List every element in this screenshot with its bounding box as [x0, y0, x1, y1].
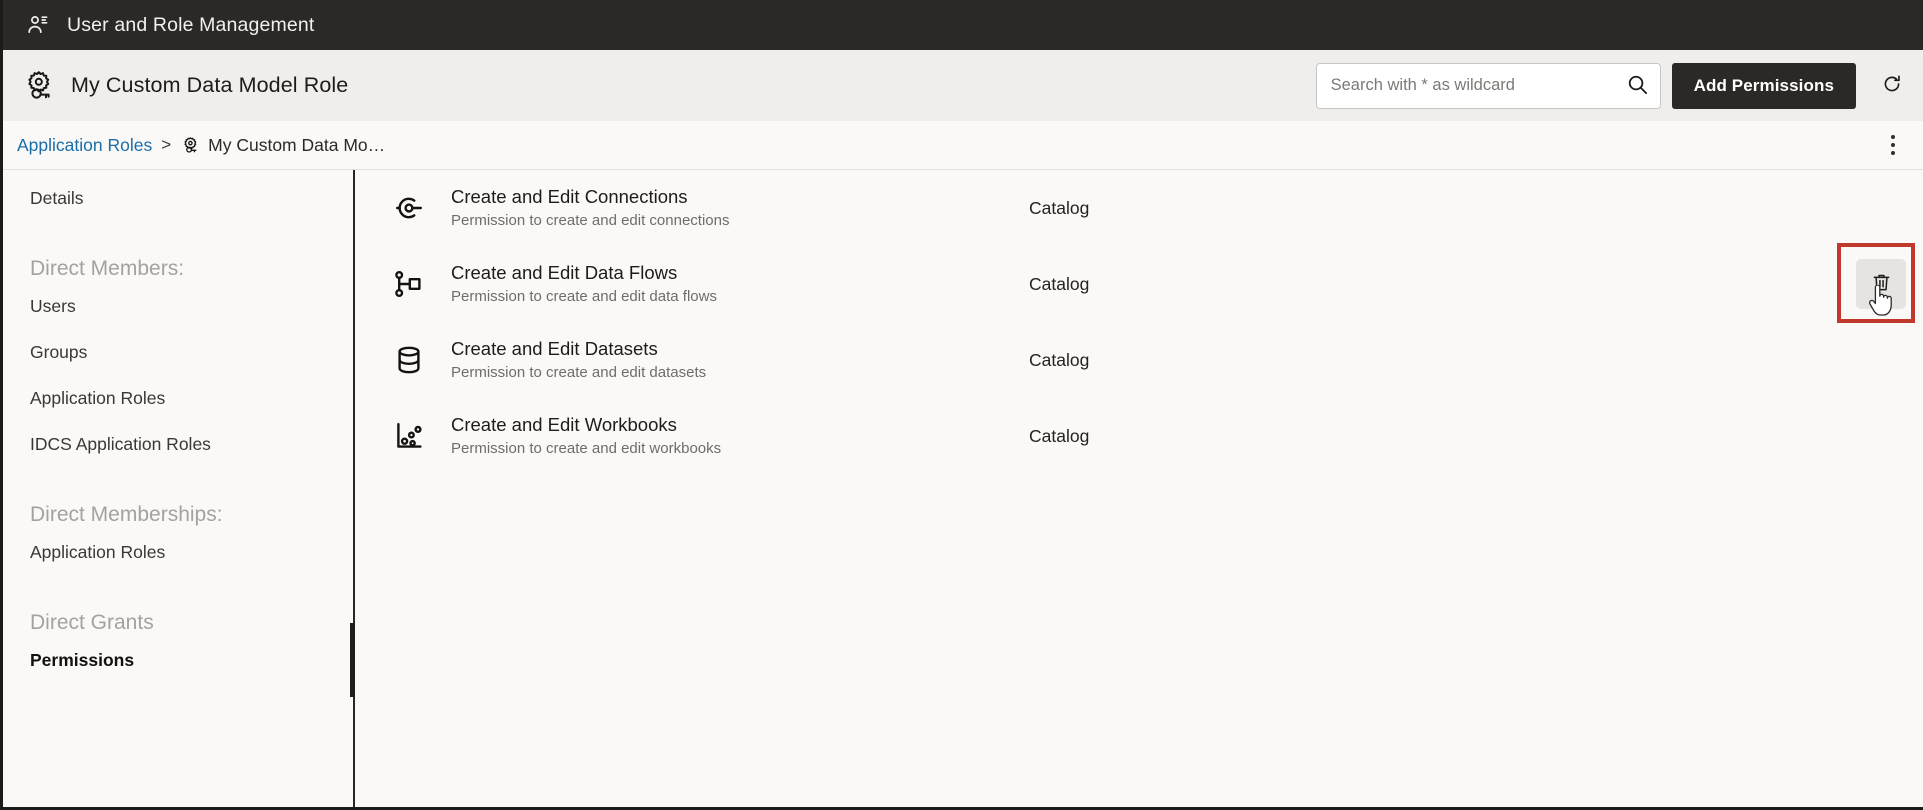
breadcrumb: Application Roles > My Custom Data Mo… [3, 121, 1923, 170]
dataset-icon [389, 340, 429, 380]
permission-title: Create and Edit Datasets [451, 337, 658, 359]
permission-description: Permission to create and edit connection… [451, 211, 730, 229]
add-permissions-button[interactable]: Add Permissions [1671, 62, 1856, 109]
application-role-icon [180, 135, 200, 155]
search-box[interactable] [1315, 62, 1661, 109]
breadcrumb-parent-link[interactable]: Application Roles [17, 135, 152, 156]
breadcrumb-separator: > [161, 135, 172, 154]
application-role-icon [21, 68, 57, 104]
permission-category: Catalog [1029, 425, 1090, 446]
row-text: Create and Edit Data Flows Permission to… [451, 261, 1011, 308]
permission-title: Create and Edit Workbooks [451, 413, 677, 435]
row-text: Create and Edit Connections Permission t… [451, 185, 1011, 232]
kebab-menu-icon[interactable] [1878, 128, 1908, 162]
permission-title: Create and Edit Data Flows [451, 261, 678, 283]
header-actions: Add Permissions [1315, 50, 1923, 121]
sidebar-item-application-roles[interactable]: Application Roles [3, 384, 353, 412]
sidebar-navigation: Details Direct Members: Users Groups App… [3, 170, 355, 807]
object-header: My Custom Data Model Role Add Permission… [3, 50, 1923, 121]
users-roles-icon [25, 12, 51, 38]
user-role-management-window: User and Role Management My Custom Data … [0, 0, 1923, 810]
table-row[interactable]: Create and Edit Connections Permission t… [355, 170, 1923, 246]
application-bar: User and Role Management [3, 0, 1923, 50]
kebab-dot [1891, 143, 1895, 147]
permission-category: Catalog [1029, 273, 1090, 294]
sidebar-item-details[interactable]: Details [3, 184, 353, 212]
permission-category: Catalog [1029, 349, 1090, 370]
page-title: My Custom Data Model Role [71, 73, 349, 97]
refresh-button[interactable] [1872, 66, 1912, 106]
permission-description: Permission to create and edit datasets [451, 363, 707, 381]
permission-description: Permission to create and edit workbooks [451, 439, 722, 457]
row-text: Create and Edit Workbooks Permission to … [451, 413, 1011, 460]
sidebar-heading-direct-members: Direct Members: [30, 257, 185, 280]
sidebar-heading-direct-grants: Direct Grants [30, 611, 154, 634]
table-row[interactable]: Create and Edit Data Flows Permission to… [355, 246, 1923, 322]
search-input[interactable] [1316, 63, 1660, 108]
trash-icon [1871, 272, 1892, 296]
content-area: Details Direct Members: Users Groups App… [3, 170, 1923, 807]
sidebar-item-idcs-application-roles[interactable]: IDCS Application Roles [3, 430, 353, 458]
permission-description: Permission to create and edit data flows [451, 287, 717, 305]
data-flow-icon [389, 264, 429, 304]
permission-category: Catalog [1029, 197, 1090, 218]
kebab-dot [1891, 135, 1895, 139]
delete-permission-button[interactable] [1856, 259, 1906, 309]
row-text: Create and Edit Datasets Permission to c… [451, 337, 1011, 384]
sidebar-item-label: Permissions [30, 649, 135, 670]
refresh-icon [1881, 73, 1903, 98]
breadcrumb-current: My Custom Data Mo… [208, 134, 386, 155]
search-icon [1626, 73, 1649, 99]
row-actions [1856, 259, 1906, 309]
search-button[interactable] [1622, 70, 1654, 102]
application-title: User and Role Management [67, 13, 315, 36]
sidebar-item-users[interactable]: Users [3, 292, 353, 320]
sidebar-item-groups[interactable]: Groups [3, 338, 353, 366]
table-row[interactable]: Create and Edit Workbooks Permission to … [355, 398, 1923, 474]
sidebar-heading-direct-memberships: Direct Memberships: [30, 503, 223, 526]
sidebar-item-memberships-application-roles[interactable]: Application Roles [3, 538, 353, 566]
kebab-dot [1891, 151, 1895, 155]
sidebar-item-permissions[interactable]: Permissions [3, 623, 355, 697]
workbook-icon [389, 416, 429, 456]
connection-icon [389, 188, 429, 228]
permissions-list: Create and Edit Connections Permission t… [355, 170, 1923, 807]
table-row[interactable]: Create and Edit Datasets Permission to c… [355, 322, 1923, 398]
permission-title: Create and Edit Connections [451, 185, 688, 207]
